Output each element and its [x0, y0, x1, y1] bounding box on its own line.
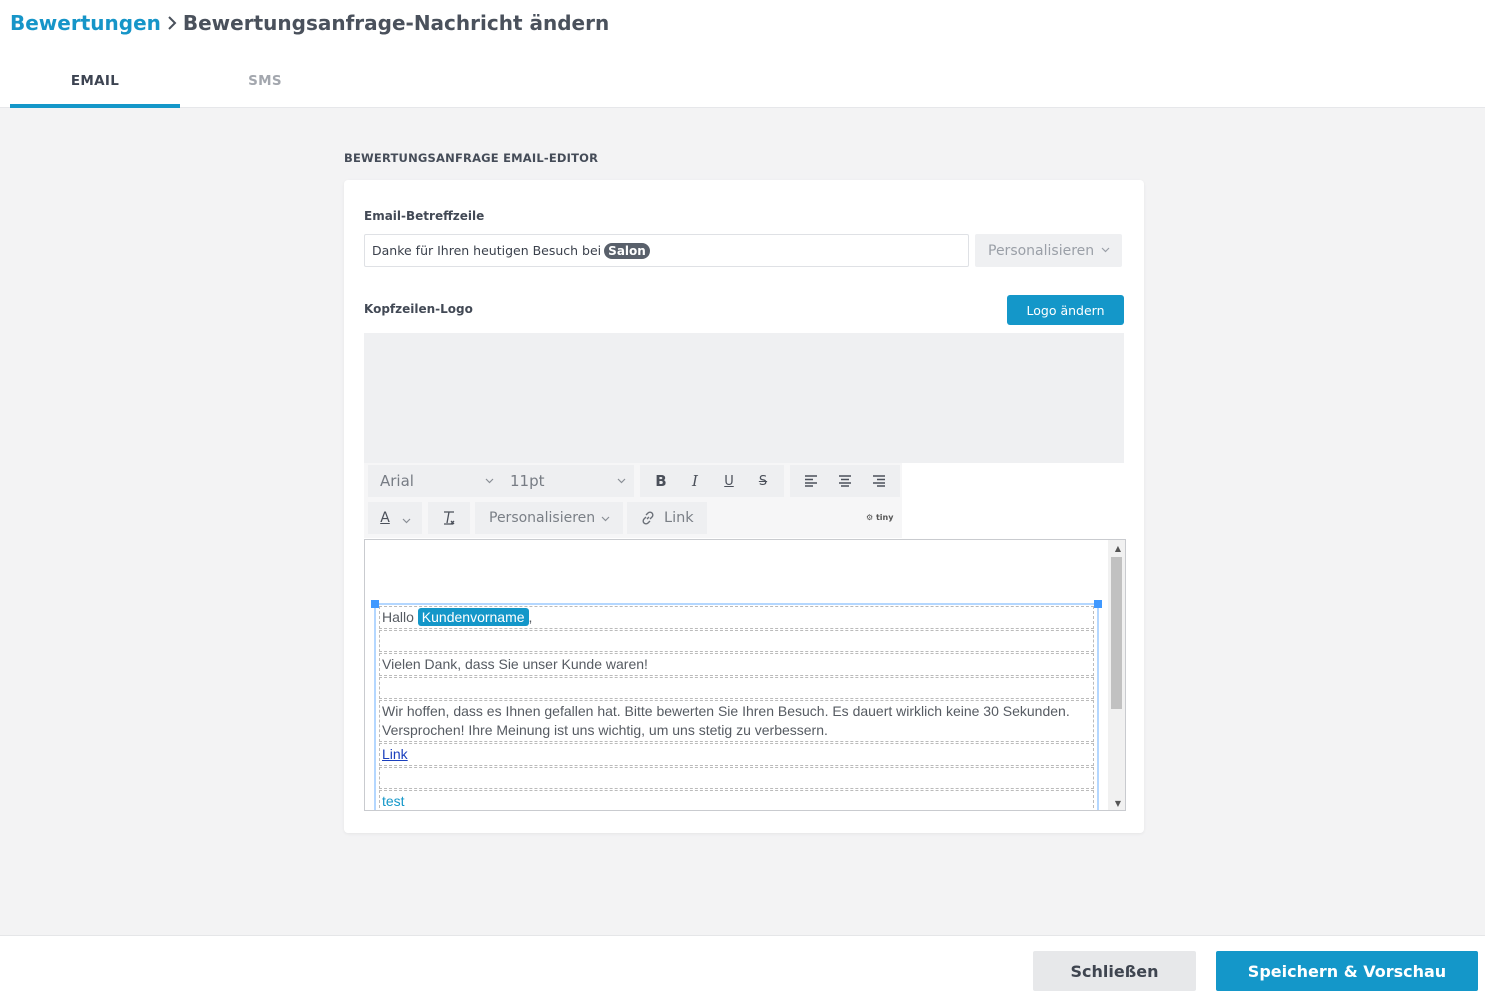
empty-row[interactable]: [379, 630, 1094, 652]
top-bar: Bewertungen Bewertungsanfrage-Nachricht …: [0, 0, 1485, 108]
editor-content-table[interactable]: Hallo Kundenvorname, Vielen Dank, dass S…: [371, 600, 1102, 810]
subject-personalize-label: Personalisieren: [988, 242, 1095, 259]
text-color-icon[interactable]: A: [368, 502, 402, 534]
close-button[interactable]: Schließen: [1033, 951, 1196, 991]
scroll-down-icon[interactable]: ▼: [1115, 799, 1121, 808]
font-size-select[interactable]: 11pt: [502, 465, 634, 497]
page-title: Bewertungsanfrage-Nachricht ändern: [182, 11, 610, 35]
link-row[interactable]: Link: [379, 743, 1094, 766]
font-select-group: Arial 11pt: [368, 465, 634, 497]
chevron-down-icon: [601, 510, 610, 526]
format-group: B I U S: [640, 465, 784, 497]
logo-label: Kopfzeilen-Logo: [364, 302, 473, 316]
customer-name-token: Kundenvorname: [417, 608, 529, 626]
chevron-down-icon: [402, 509, 411, 528]
tiny-logo: ⚙ tiny: [866, 513, 894, 522]
chevron-down-icon: [485, 476, 494, 487]
subject-input[interactable]: Danke für Ihren heutigen Besuch bei Salo…: [364, 234, 969, 267]
test-row[interactable]: test: [379, 790, 1094, 810]
save-preview-button[interactable]: Speichern & Vorschau: [1216, 951, 1478, 991]
review-link[interactable]: Link: [382, 746, 408, 762]
underline-button[interactable]: U: [712, 465, 746, 497]
resize-handle[interactable]: [371, 600, 379, 608]
breadcrumb: Bewertungen Bewertungsanfrage-Nachricht …: [10, 9, 609, 37]
italic-button[interactable]: I: [678, 465, 712, 497]
font-family-select[interactable]: Arial: [368, 465, 502, 497]
link-icon: [642, 511, 654, 525]
email-editor-card: Email-Betreffzeile Danke für Ihren heuti…: [344, 180, 1144, 833]
scroll-up-icon[interactable]: ▲: [1115, 544, 1121, 553]
toolbar-personalize-dropdown[interactable]: Personalisieren: [475, 502, 623, 534]
link-button-label: Link: [664, 510, 694, 526]
greeting-row[interactable]: Hallo Kundenvorname,: [379, 606, 1094, 629]
subject-personalize-dropdown[interactable]: Personalisieren: [975, 234, 1122, 267]
editor-toolbar: Arial 11pt B I U S A Personalisieren Lin…: [364, 463, 902, 538]
subject-text: Danke für Ihren heutigen Besuch bei: [372, 243, 602, 258]
chevron-down-icon: [617, 476, 626, 487]
text-color-group[interactable]: A: [368, 502, 422, 534]
align-group: [790, 465, 900, 497]
tab-email[interactable]: EMAIL: [10, 60, 180, 108]
editor-scrollbar[interactable]: ▲ ▼: [1108, 540, 1125, 810]
footer-bar: Schließen Speichern & Vorschau: [0, 935, 1485, 997]
bold-button[interactable]: B: [644, 465, 678, 497]
thanks-row[interactable]: Vielen Dank, dass Sie unser Kunde waren!: [379, 653, 1094, 676]
clear-format-button[interactable]: [428, 502, 470, 534]
toolbar-personalize-label: Personalisieren: [489, 510, 596, 526]
subject-label: Email-Betreffzeile: [364, 209, 485, 223]
align-left-icon[interactable]: [794, 465, 828, 497]
empty-row[interactable]: [379, 767, 1094, 789]
review-request-row[interactable]: Wir hoffen, dass es Ihnen gefallen hat. …: [379, 700, 1094, 742]
align-right-icon[interactable]: [862, 465, 896, 497]
font-family-value: Arial: [380, 472, 414, 490]
tab-sms[interactable]: SMS: [180, 60, 350, 108]
align-center-icon[interactable]: [828, 465, 862, 497]
font-size-value: 11pt: [510, 472, 545, 490]
logo-area[interactable]: [364, 333, 1124, 463]
section-title: BEWERTUNGSANFRAGE EMAIL-EDITOR: [344, 151, 599, 165]
email-body-editor[interactable]: Hallo Kundenvorname, Vielen Dank, dass S…: [364, 539, 1126, 811]
change-logo-button[interactable]: Logo ändern: [1007, 295, 1124, 325]
salon-token: Salon: [604, 242, 650, 259]
resize-handle[interactable]: [1094, 600, 1102, 608]
chevron-right-icon: [161, 9, 183, 37]
chevron-down-icon: [1101, 245, 1110, 256]
tab-bar: EMAIL SMS: [10, 60, 350, 108]
breadcrumb-link-bewertungen[interactable]: Bewertungen: [10, 11, 161, 35]
empty-row[interactable]: [379, 677, 1094, 699]
clear-formatting-icon: [444, 511, 455, 525]
link-button[interactable]: Link: [627, 502, 707, 534]
strikethrough-button[interactable]: S: [746, 465, 780, 497]
scroll-thumb[interactable]: [1111, 557, 1122, 709]
